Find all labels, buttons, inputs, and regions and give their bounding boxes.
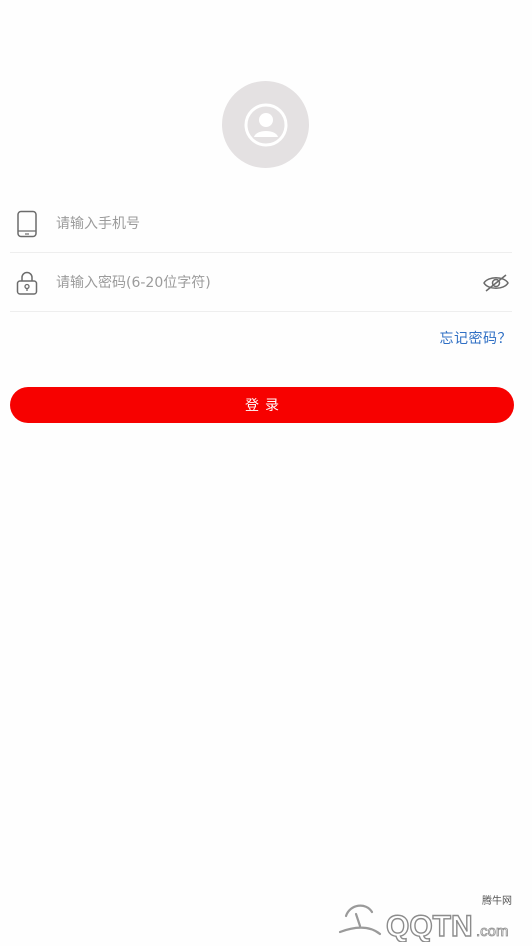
phone-field [10,196,512,253]
password-field [10,255,512,312]
login-screen: 忘记密码？ 登录 QQTN .com 腾牛网 [0,0,532,946]
phone-icon [12,209,42,239]
eye-closed-icon[interactable] [480,267,512,299]
phone-input[interactable] [56,204,512,244]
svg-text:.com: .com [476,923,509,940]
forgot-password-link[interactable]: 忘记密码？ [440,328,513,348]
login-button[interactable]: 登录 [10,387,514,423]
lock-icon [12,268,42,298]
avatar [222,81,309,168]
svg-text:QQTN: QQTN [386,910,473,942]
watermark-site-label: 腾牛网 [482,896,512,907]
password-input[interactable] [56,263,480,303]
user-avatar-icon [244,103,287,146]
watermark: QQTN .com 腾牛网 [326,892,526,944]
